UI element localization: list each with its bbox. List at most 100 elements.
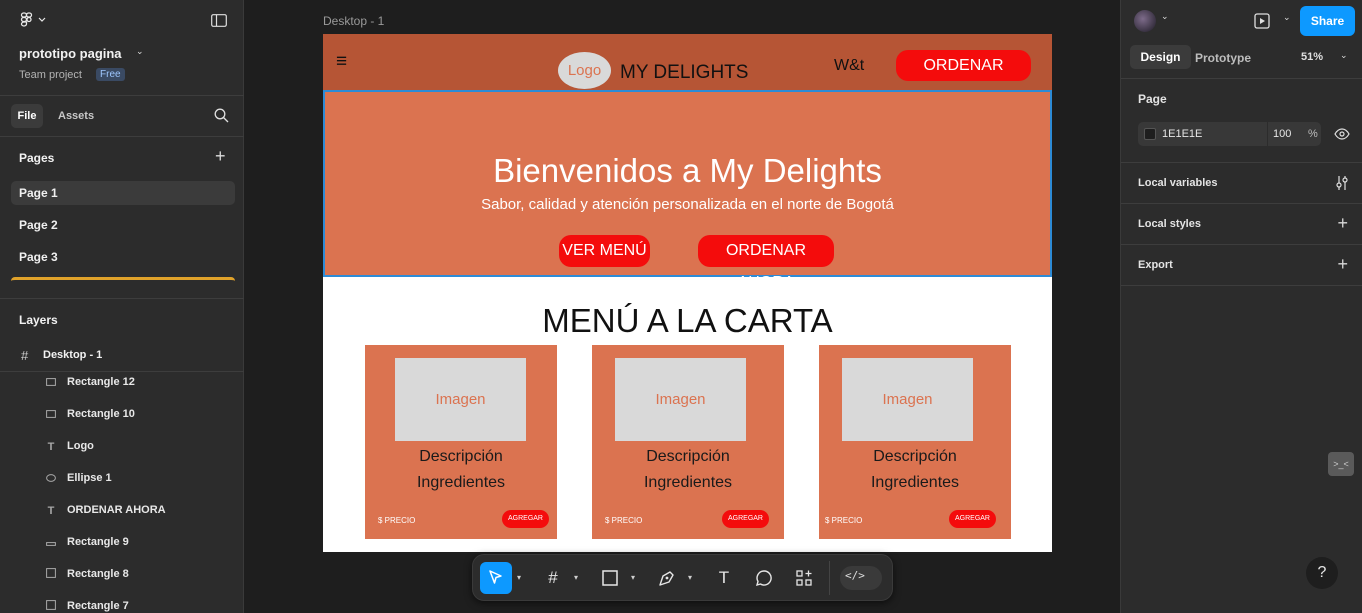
chevron-down-icon[interactable]: ⌄ [1340,50,1348,61]
team-label[interactable]: Team project [19,69,82,81]
card-description: Descripción [646,448,730,465]
layer-frame-desktop[interactable]: Desktop - 1 [43,349,102,361]
layer-row[interactable]: Rectangle 12 [0,371,244,395]
pen-tool-icon[interactable] [651,562,683,594]
page-color-value[interactable]: 1E1E1E [1162,128,1202,140]
card-description: Descripción [873,448,957,465]
menu-card[interactable]: Imagen Descripción Ingredientes $ PRECIO… [592,345,784,539]
card-image: Imagen [615,358,746,441]
add-style-icon[interactable]: + [1337,214,1348,232]
page-opacity-value[interactable]: 100 [1273,128,1291,140]
add-page-icon[interactable]: + [215,147,226,165]
tab-design[interactable]: Design [1130,45,1191,69]
text-icon: T [47,505,55,517]
layer-row[interactable]: Rectangle 7 [0,595,244,613]
project-name[interactable]: prototipo pagina [19,46,122,61]
brand-name[interactable]: MY DELIGHTS [620,62,748,84]
hamburger-icon[interactable]: ≡ [336,52,347,71]
layer-name: Ellipse 1 [67,472,112,484]
chevron-down-icon[interactable]: ⌄ [1161,11,1169,22]
color-swatch[interactable] [1144,128,1156,140]
tab-prototype[interactable]: Prototype [1195,51,1251,65]
page-item-3[interactable]: Page 3 [11,245,235,269]
layer-row[interactable]: Rectangle 8 [0,563,244,587]
text-tool-icon[interactable]: T [708,562,740,594]
layer-row[interactable]: T ORDENAR AHORA [0,499,244,523]
local-styles[interactable]: Local styles [1138,218,1201,230]
zoom-level[interactable]: 51% [1301,51,1323,63]
local-variables[interactable]: Local variables [1138,177,1218,189]
chevron-down-icon[interactable]: ⌄ [136,46,144,57]
chevron-down-icon[interactable]: ▾ [688,573,692,582]
present-icon[interactable] [1254,13,1270,34]
layer-name: ORDENAR AHORA [67,504,166,516]
divider [0,95,244,96]
text-icon: T [47,441,55,453]
actions-tool-icon[interactable] [788,562,820,594]
see-menu-button[interactable]: VER MENÚ [559,235,650,267]
layer-name: Rectangle 12 [67,376,135,388]
add-button[interactable]: AGREGAR [722,510,769,528]
hero-title[interactable]: Bienvenidos a My Delights [325,152,1050,190]
help-button[interactable]: ? [1306,557,1338,589]
move-tool-icon[interactable] [480,562,512,594]
sidebar-toggle-icon[interactable] [211,14,227,32]
chevron-down-icon[interactable]: ⌄ [1283,12,1291,23]
chevron-down-icon[interactable]: ▾ [517,573,521,582]
page-heading: Page [1138,92,1167,106]
toolbar-divider [829,561,830,595]
layer-name: Rectangle 7 [67,600,129,612]
layer-row[interactable]: Rectangle 9 [0,531,244,555]
chevron-down-icon[interactable]: ▾ [631,573,635,582]
logo[interactable]: Logo [558,52,611,89]
hero-subtitle[interactable]: Sabor, calidad y atención personalizada … [325,196,1050,213]
menu-heading[interactable]: MENÚ A LA CARTA [323,302,1052,340]
share-button[interactable]: Share [1300,6,1355,36]
code-icon: </> [845,569,865,582]
nav-bar[interactable]: ≡ Logo MY DELIGHTS W&t ORDENAR AHORA [323,34,1052,105]
menu-card[interactable]: Imagen Descripción Ingredientes $ PRECIO… [365,345,557,539]
add-export-icon[interactable]: + [1337,255,1348,273]
rectangle-icon [44,536,58,550]
right-panel: ⌄ ⌄ Share Design Prototype 51% ⌄ Page 1E… [1120,0,1362,613]
avatar[interactable] [1134,10,1156,32]
layer-row[interactable]: Rectangle 10 [0,403,244,427]
add-button[interactable]: AGREGAR [949,510,996,528]
eye-icon[interactable] [1334,127,1350,145]
layer-row[interactable]: Ellipse 1 [0,467,244,491]
plugin-widget-icon[interactable]: >_< [1328,452,1354,476]
divider [1121,285,1362,286]
layer-row[interactable]: T Logo [0,435,244,459]
rectangle-icon [44,568,58,582]
frame-icon: # [21,348,29,363]
dev-mode-toggle[interactable]: </> [840,566,882,590]
comment-tool-icon[interactable] [748,562,780,594]
bottom-toolbar: ▾ # ▾ ▾ ▾ T </> [472,554,893,601]
chevron-down-icon[interactable]: ▾ [574,573,578,582]
plan-badge[interactable]: Free [96,68,125,81]
rectangle-icon [44,408,58,422]
page-color-field[interactable]: 1E1E1E 100 % [1138,122,1321,146]
layer-name: Rectangle 9 [67,536,129,548]
order-now-button[interactable]: ORDENAR AHORA [896,50,1031,105]
hero-section[interactable]: Bienvenidos a My Delights Sabor, calidad… [323,90,1052,291]
tab-assets[interactable]: Assets [58,110,94,122]
figma-menu-icon[interactable] [20,12,48,32]
export-heading[interactable]: Export [1138,259,1173,271]
page-item-2[interactable]: Page 2 [11,213,235,237]
nav-link[interactable]: W&t [834,57,864,75]
rectangle-tool-icon[interactable] [594,562,626,594]
add-button[interactable]: AGREGAR [502,510,549,528]
frame-label[interactable]: Desktop - 1 [323,14,384,28]
menu-card[interactable]: Imagen Descripción Ingredientes $ PRECIO… [819,345,1011,539]
hero-order-button[interactable]: ORDENAR AHORA [698,235,834,291]
frame-tool-icon[interactable]: # [537,562,569,594]
ellipse-icon [44,472,58,486]
variables-icon[interactable] [1335,175,1349,196]
search-icon[interactable] [214,108,229,128]
page-item-1[interactable]: Page 1 [11,181,235,205]
divider [0,136,244,137]
page-item-partial[interactable] [11,277,235,297]
tab-file[interactable]: File [11,104,43,128]
desktop-frame[interactable]: ≡ Logo MY DELIGHTS W&t ORDENAR AHORA Bie… [323,34,1052,552]
